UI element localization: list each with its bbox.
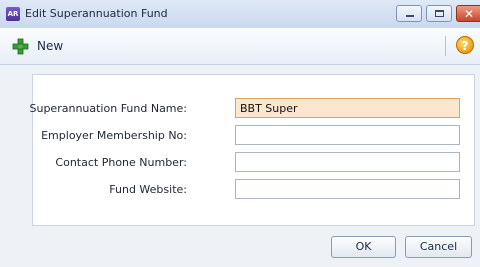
- app-icon: AR: [6, 7, 20, 21]
- new-button-label: New: [37, 39, 64, 53]
- membership-no-label: Employer Membership No:: [41, 129, 187, 142]
- website-label: Fund Website:: [109, 183, 187, 196]
- window-title: Edit Superannuation Fund: [25, 7, 168, 20]
- ok-button[interactable]: OK: [331, 236, 396, 258]
- minimize-button[interactable]: [396, 5, 422, 22]
- cancel-button[interactable]: Cancel: [405, 236, 472, 258]
- phone-label: Contact Phone Number:: [55, 156, 187, 169]
- new-button[interactable]: New: [8, 34, 78, 58]
- close-icon: ✕: [464, 7, 475, 21]
- close-button[interactable]: ✕: [456, 5, 480, 22]
- fund-name-field[interactable]: [235, 98, 460, 118]
- form-panel: Superannuation Fund Name: Employer Membe…: [29, 74, 475, 226]
- plus-icon: [12, 38, 29, 55]
- maximize-icon: [435, 10, 444, 17]
- membership-no-field[interactable]: [235, 125, 460, 145]
- help-icon[interactable]: ?: [456, 36, 474, 54]
- website-field[interactable]: [235, 179, 460, 199]
- phone-field[interactable]: [235, 152, 460, 172]
- maximize-button[interactable]: [426, 5, 452, 22]
- title-bar: AR Edit Superannuation Fund ✕: [0, 0, 480, 29]
- edit-superannuation-fund-window: AR Edit Superannuation Fund ✕ New ? Supe…: [0, 0, 480, 267]
- toolbar-separator: [445, 36, 446, 56]
- toolbar: New ?: [0, 28, 480, 65]
- minimize-icon: [406, 15, 414, 17]
- fund-name-label: Superannuation Fund Name:: [29, 102, 188, 115]
